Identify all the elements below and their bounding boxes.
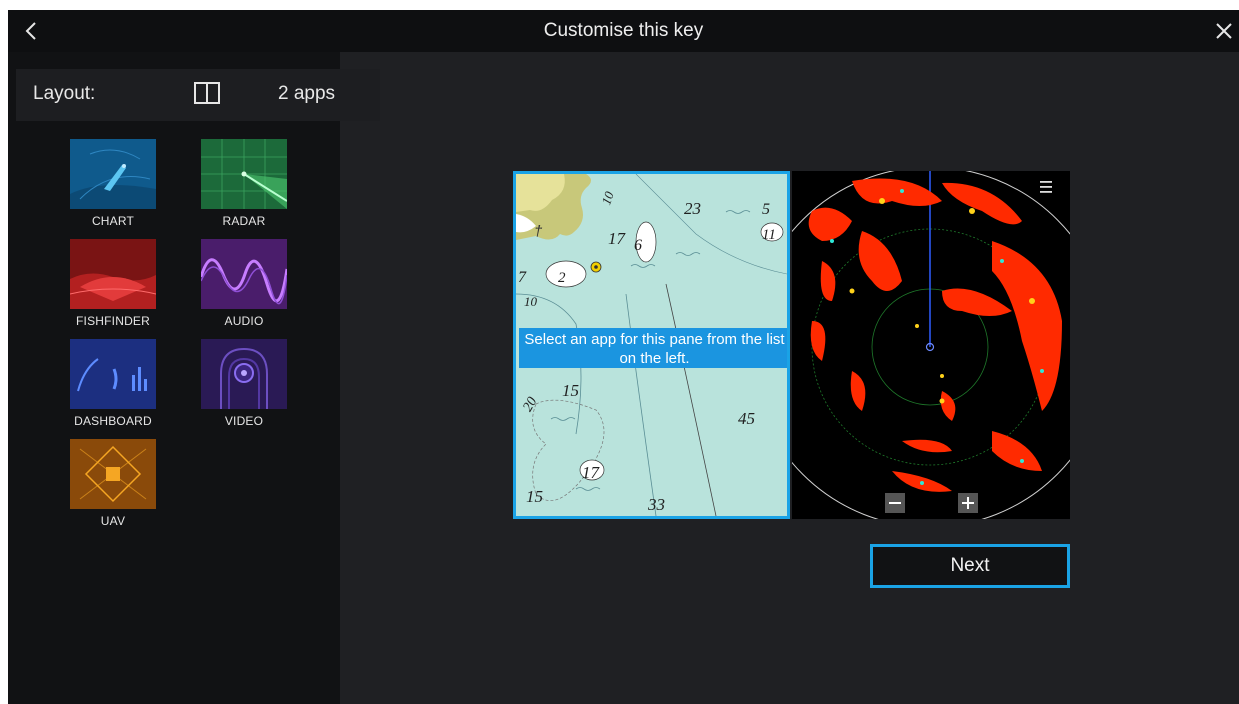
app-label: VIDEO bbox=[224, 414, 264, 428]
app-tile-fishfinder[interactable]: FISHFINDER bbox=[70, 239, 156, 328]
chart-pane-selected[interactable]: † 23 5 11 17 6 7 2 10 15 20 45 17 15 33 … bbox=[513, 171, 790, 519]
audio-app-icon bbox=[201, 239, 287, 309]
app-label: FISHFINDER bbox=[76, 314, 150, 328]
svg-text:11: 11 bbox=[762, 227, 776, 243]
title-bar: Customise this key bbox=[8, 10, 1239, 52]
app-tile-radar[interactable]: RADAR bbox=[201, 139, 287, 228]
app-label: DASHBOARD bbox=[74, 414, 152, 428]
svg-text:2: 2 bbox=[558, 270, 566, 286]
layout-value: 2 apps bbox=[278, 83, 336, 104]
uav-app-icon bbox=[70, 439, 156, 509]
select-app-message: Select an app for this pane from the lis… bbox=[519, 328, 787, 368]
svg-text:17: 17 bbox=[608, 229, 627, 248]
svg-text:15: 15 bbox=[526, 487, 543, 506]
fishfinder-app-icon bbox=[70, 239, 156, 309]
app-label: CHART bbox=[91, 214, 135, 228]
app-tile-audio[interactable]: AUDIO bbox=[201, 239, 287, 328]
app-tile-video[interactable]: VIDEO bbox=[201, 339, 287, 428]
close-icon bbox=[1216, 23, 1232, 39]
svg-text:7: 7 bbox=[518, 269, 527, 286]
layout-label: Layout: bbox=[33, 83, 96, 104]
next-button[interactable]: Next bbox=[870, 544, 1070, 588]
close-button[interactable] bbox=[1211, 18, 1237, 44]
radar-preview-image bbox=[792, 171, 1070, 519]
svg-text:17: 17 bbox=[582, 463, 601, 482]
svg-text:†: † bbox=[534, 223, 543, 240]
svg-text:5: 5 bbox=[762, 201, 770, 218]
chart-app-icon bbox=[70, 139, 156, 209]
radar-pane[interactable] bbox=[792, 171, 1070, 519]
video-app-icon bbox=[201, 339, 287, 409]
radar-app-icon bbox=[201, 139, 287, 209]
customise-key-screen: Customise this key Layout: 2 apps CHART … bbox=[8, 10, 1239, 704]
app-label: RADAR bbox=[222, 214, 266, 228]
svg-text:6: 6 bbox=[634, 237, 642, 254]
app-list-panel: Layout: 2 apps CHART RADAR FISHFINDER AU… bbox=[8, 52, 380, 704]
page-title: Customise this key bbox=[543, 20, 704, 41]
svg-text:23: 23 bbox=[684, 199, 701, 218]
layout-preview: † 23 5 11 17 6 7 2 10 15 20 45 17 15 33 … bbox=[513, 171, 1070, 519]
split-layout-icon bbox=[194, 82, 220, 104]
dashboard-app-icon bbox=[70, 339, 156, 409]
svg-text:45: 45 bbox=[738, 409, 755, 428]
app-tile-dashboard[interactable]: DASHBOARD bbox=[70, 339, 156, 428]
svg-text:15: 15 bbox=[562, 381, 579, 400]
app-label: UAV bbox=[100, 514, 126, 528]
layout-selector[interactable]: Layout: 2 apps bbox=[16, 69, 380, 121]
svg-text:33: 33 bbox=[647, 495, 665, 514]
app-tile-chart[interactable]: CHART bbox=[70, 139, 156, 228]
svg-text:10: 10 bbox=[524, 294, 538, 309]
app-label: AUDIO bbox=[224, 314, 264, 328]
app-tile-uav[interactable]: UAV bbox=[70, 439, 156, 528]
